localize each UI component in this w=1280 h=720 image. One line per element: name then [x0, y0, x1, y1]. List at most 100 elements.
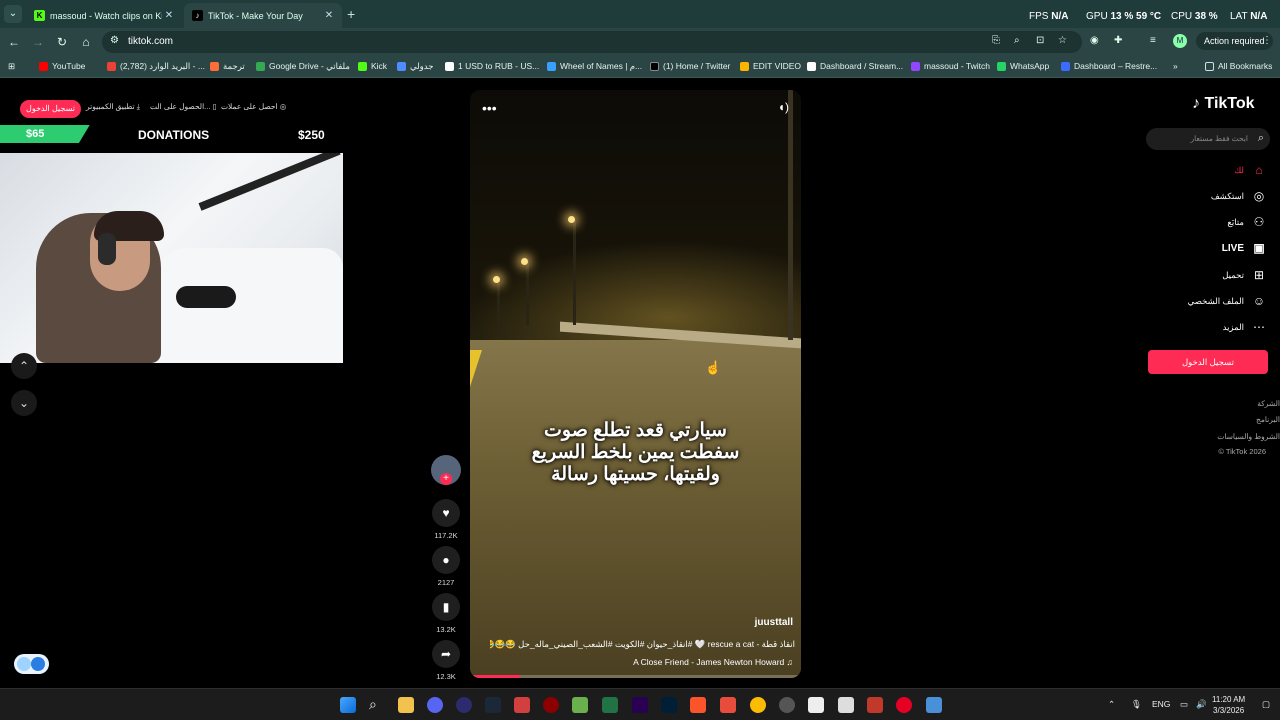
microphone-tray-icon[interactable]: 🎙	[1131, 699, 1142, 710]
video-progress-bar[interactable]	[470, 675, 801, 678]
share-icon[interactable]: ➦	[432, 640, 460, 668]
volume-icon[interactable]: ◖)	[778, 100, 789, 114]
brave-icon[interactable]	[690, 697, 706, 713]
app-icon[interactable]	[867, 697, 883, 713]
install-icon[interactable]: ⊡	[1036, 35, 1044, 46]
chrome-icon[interactable]	[750, 697, 766, 713]
app-icon[interactable]	[896, 697, 912, 713]
video-player[interactable]: ••• ◖) سيارتي قعد تطلع صوت سفطت يمين بلخ…	[470, 90, 801, 678]
reading-list-icon[interactable]: ≡	[1150, 35, 1156, 46]
bookmark-wheel[interactable]: Wheel of Names | م...	[547, 61, 642, 72]
close-tab-icon[interactable]: ✕	[322, 10, 336, 21]
share-action[interactable]: ➦ 12.3K	[430, 640, 462, 681]
app-icon[interactable]	[543, 697, 559, 713]
notifications-icon[interactable]: ▢	[1262, 699, 1270, 710]
apps-grid-icon[interactable]: ⊞	[8, 61, 15, 72]
tray-overflow-icon[interactable]: ⌃	[1108, 699, 1115, 710]
bookmarks-overflow-icon[interactable]: »	[1173, 61, 1178, 71]
bookmark-translate[interactable]: ترجمة	[210, 61, 245, 72]
app-icon[interactable]	[808, 697, 824, 713]
file-explorer-icon[interactable]	[398, 697, 414, 713]
taskbar-search-icon[interactable]: ⌕	[369, 696, 377, 713]
forward-icon[interactable]: →	[30, 34, 46, 50]
comment-icon[interactable]: ●	[432, 546, 460, 574]
translate-icon[interactable]: ⎘	[992, 35, 1000, 46]
heart-icon[interactable]: ♥	[432, 499, 460, 527]
app-icon[interactable]	[779, 697, 795, 713]
media-player-icon[interactable]	[456, 697, 472, 713]
home-icon[interactable]: ⌂	[78, 34, 94, 50]
extensions-puzzle-icon[interactable]: ✚	[1114, 35, 1122, 46]
reload-icon[interactable]: ↻	[54, 34, 70, 50]
desktop-app-link[interactable]: تطبيق الكمبيوتر ⤓	[86, 102, 140, 112]
bookmark-drive[interactable]: Google Drive - ملفاتي	[256, 61, 350, 72]
previous-video-button[interactable]: ⌃	[11, 353, 37, 379]
extension-icon[interactable]: ◉	[1090, 35, 1099, 46]
footer-company[interactable]: الشركة	[1257, 399, 1280, 408]
bookmark-youtube[interactable]: YouTube	[39, 61, 85, 71]
all-bookmarks[interactable]: All Bookmarks	[1205, 61, 1272, 71]
photoshop-icon[interactable]	[661, 697, 677, 713]
footer-program[interactable]: البرنامج	[1256, 415, 1280, 424]
floating-app-widget[interactable]	[14, 654, 49, 674]
nav-more[interactable]: ⋯ المزيد	[1223, 317, 1266, 337]
tab-kick[interactable]: K massoud - Watch clips on Kick ✕	[26, 3, 182, 28]
bookmark-schedule[interactable]: جدولي	[397, 61, 434, 72]
nav-upload[interactable]: ⊞ تحميل	[1222, 265, 1266, 285]
get-coins-link[interactable]: احصل على عملات ◎	[221, 102, 286, 111]
next-video-button[interactable]: ⌄	[11, 390, 37, 416]
tiktok-logo[interactable]: ♪ TikTok	[1192, 95, 1255, 113]
chrome-menu-icon[interactable]: ⋮	[1262, 35, 1272, 46]
bookmark-edit-video[interactable]: EDIT VIDEO	[740, 61, 801, 71]
video-author[interactable]: juusttall	[755, 617, 793, 628]
excel-icon[interactable]	[602, 697, 618, 713]
nav-live[interactable]: ▣ LIVE	[1222, 238, 1266, 258]
new-tab-button[interactable]: +	[347, 6, 355, 22]
get-app-link[interactable]: الحصول على الت... ▯	[150, 102, 217, 111]
nav-explore[interactable]: ◎ استكشف	[1211, 186, 1266, 206]
bookmark-twitter[interactable]: (1) Home / Twitter	[650, 61, 730, 71]
app-icon[interactable]	[514, 697, 530, 713]
save-action[interactable]: ▮ 13.2K	[430, 593, 462, 634]
notepad-icon[interactable]	[926, 697, 942, 713]
address-bar[interactable]: ⚙ tiktok.com	[102, 31, 1082, 53]
profile-avatar[interactable]: M	[1173, 34, 1187, 48]
tab-tiktok[interactable]: ♪ TikTok - Make Your Day ✕	[184, 3, 342, 28]
language-indicator[interactable]: ENG	[1152, 699, 1170, 709]
nav-following[interactable]: ⚇ متابَع	[1227, 212, 1266, 232]
app-icon[interactable]	[720, 697, 736, 713]
steam-icon[interactable]	[485, 697, 501, 713]
site-info-icon[interactable]: ⚙	[110, 35, 119, 46]
login-button[interactable]: تسجيل الدخول	[1148, 350, 1268, 374]
search-input[interactable]: ابحث فقط مستعار ⌕	[1146, 128, 1270, 150]
bookmark-icon[interactable]: ▮	[432, 593, 460, 621]
back-icon[interactable]: ←	[6, 34, 22, 50]
overlay-login-button[interactable]: تسجيل الدخول	[20, 100, 81, 118]
zoom-icon[interactable]: ⌕	[1014, 35, 1020, 46]
like-action[interactable]: ♥ 117.2K	[430, 499, 462, 540]
tab-search-icon[interactable]: ⌄	[4, 5, 22, 23]
discord-icon[interactable]	[427, 697, 443, 713]
video-music[interactable]: A Close Friend - James Newton Howard ♫	[633, 657, 793, 667]
bookmark-kick[interactable]: Kick	[358, 61, 387, 71]
bookmark-mail[interactable]: (2,782) البريد الوارد - ...	[107, 61, 205, 72]
nav-for-you[interactable]: ⌂ لك	[1234, 160, 1266, 180]
app-icon[interactable]	[838, 697, 854, 713]
volume-tray-icon[interactable]: 🔊	[1196, 699, 1207, 710]
nav-profile[interactable]: ☺ الملف الشخصي	[1188, 291, 1266, 311]
bookmark-star-icon[interactable]: ☆	[1058, 35, 1067, 46]
follow-plus-icon[interactable]: +	[440, 473, 452, 485]
bookmark-twitch[interactable]: massoud - Twitch	[911, 61, 990, 71]
bookmark-dashboard-stream[interactable]: Dashboard / Stream...	[807, 61, 903, 71]
premiere-icon[interactable]	[632, 697, 648, 713]
footer-terms[interactable]: الشروط والسياسات	[1217, 432, 1280, 441]
bookmark-usd-rub[interactable]: 1 USD to RUB - US...	[445, 61, 539, 71]
bookmark-restream[interactable]: Dashboard – Restre...	[1061, 61, 1157, 71]
windows-start-icon[interactable]	[340, 697, 356, 713]
clock[interactable]: 11:20 AM 3/3/2026	[1212, 694, 1245, 716]
close-tab-icon[interactable]: ✕	[162, 10, 176, 21]
comment-action[interactable]: ● 2127	[430, 546, 462, 587]
app-icon[interactable]	[572, 697, 588, 713]
more-options-icon[interactable]: •••	[482, 100, 497, 116]
bookmark-whatsapp[interactable]: WhatsApp	[997, 61, 1049, 71]
